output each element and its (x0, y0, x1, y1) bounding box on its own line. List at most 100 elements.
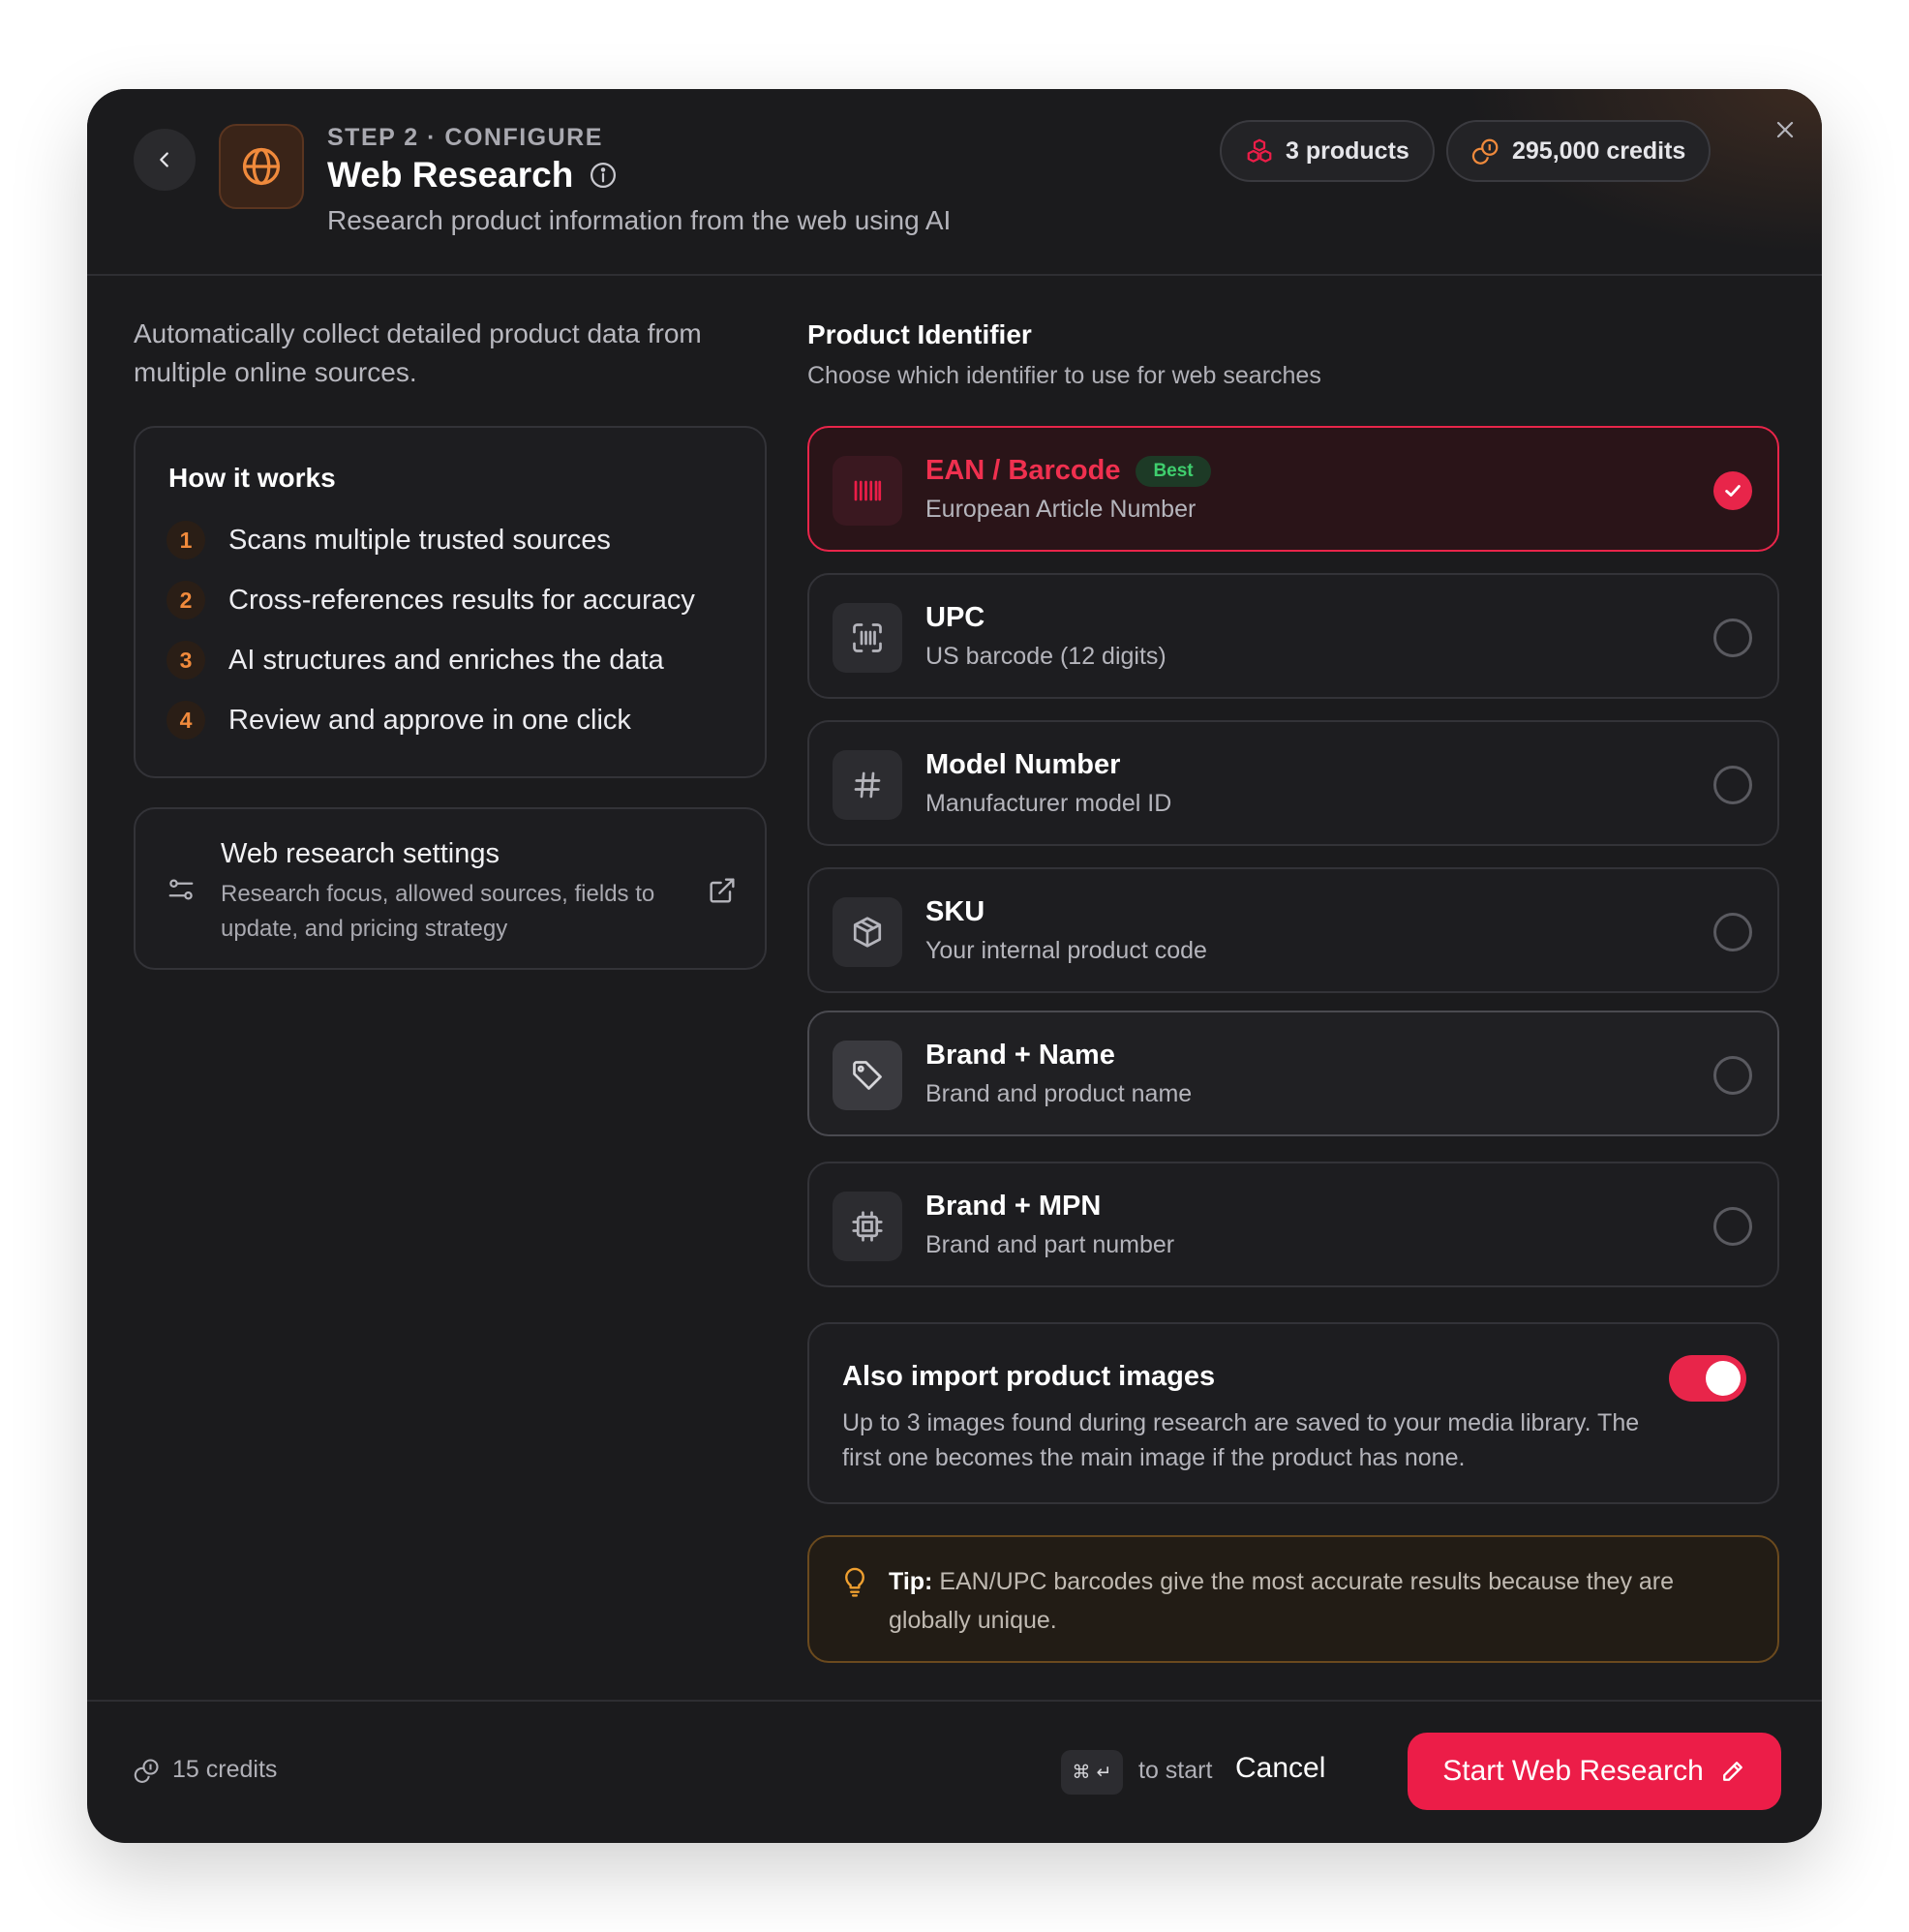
tip-callout: Tip: EAN/UPC barcodes give the most accu… (807, 1535, 1779, 1663)
option-sku[interactable]: SKU Your internal product code (807, 867, 1779, 993)
option-model-number[interactable]: Model Number Manufacturer model ID (807, 720, 1779, 846)
products-pill: 3 products (1220, 120, 1435, 182)
coins-icon (134, 1758, 159, 1783)
step-label: STEP 2 · CONFIGURE (327, 124, 603, 151)
check-icon (1725, 485, 1741, 497)
chevron-left-icon (160, 152, 168, 167)
close-button[interactable] (1766, 110, 1804, 149)
option-icon-tile (833, 1041, 902, 1110)
import-images-title: Also import product images (842, 1361, 1216, 1392)
product-identifier-title: Product Identifier (807, 319, 1032, 349)
how-it-works-card: How it works 1 Scans multiple trusted so… (134, 426, 767, 778)
option-title: SKU (925, 896, 985, 927)
cubes-icon (1247, 138, 1272, 163)
info-icon[interactable] (589, 161, 618, 190)
credits-balance: 295,000 credits (1512, 136, 1686, 165)
chip-icon (852, 1211, 883, 1242)
credits-pill: 295,000 credits (1446, 120, 1712, 182)
radio-checked[interactable] (1713, 471, 1752, 510)
option-subtitle: European Article Number (925, 496, 1197, 523)
step-number: 4 (167, 701, 205, 740)
radio-unchecked[interactable] (1713, 1056, 1752, 1095)
option-brand-mpn[interactable]: Brand + MPN Brand and part number (807, 1162, 1779, 1287)
barcode-icon (854, 480, 882, 501)
scan-barcode-icon (853, 623, 882, 652)
globe-icon (242, 147, 281, 186)
option-title: Model Number (925, 749, 1121, 780)
web-research-modal: STEP 2 · CONFIGURE Web Research Research… (87, 89, 1822, 1843)
option-icon-tile (833, 603, 902, 673)
best-badge: Best (1136, 455, 1211, 487)
pencil-icon (1722, 1762, 1742, 1781)
external-link-icon (710, 878, 735, 903)
option-subtitle: Manufacturer model ID (925, 790, 1172, 817)
to-start-label: to start (1138, 1757, 1213, 1784)
credits-cost: 15 credits (134, 1756, 277, 1784)
web-research-settings-link[interactable]: Web research settings Research focus, al… (134, 807, 767, 970)
start-web-research-button[interactable]: Start Web Research (1408, 1733, 1781, 1810)
tip-text: Tip: EAN/UPC barcodes give the most accu… (889, 1562, 1741, 1640)
option-subtitle: Your internal product code (925, 937, 1207, 964)
sliders-icon (168, 879, 194, 900)
option-title: EAN / Barcode (925, 455, 1121, 486)
option-icon-tile (833, 897, 902, 967)
step-number: 1 (167, 521, 205, 559)
how-step: 1 Scans multiple trusted sources (167, 521, 611, 559)
title-row: Web Research (327, 155, 618, 196)
globe-tile (219, 124, 304, 209)
close-icon (1776, 121, 1794, 138)
step-number: 3 (167, 641, 205, 679)
intro-text: Automatically collect detailed product d… (134, 318, 702, 387)
start-button-label: Start Web Research (1442, 1755, 1704, 1787)
how-step: 2 Cross-references results for accuracy (167, 581, 695, 619)
option-subtitle: Brand and product name (925, 1080, 1193, 1107)
radio-unchecked[interactable] (1713, 1207, 1752, 1246)
how-step: 4 Review and approve in one click (167, 701, 631, 740)
step-text: Cross-references results for accuracy (228, 584, 695, 616)
modal-footer: 15 credits ⌘ ↵ to start Cancel Start Web… (87, 1700, 1822, 1843)
lightbulb-icon (845, 1567, 864, 1597)
toggle-knob (1706, 1361, 1741, 1396)
option-title-row: Brand + Name (925, 1040, 1115, 1072)
credits-cost-label: 15 credits (172, 1756, 278, 1783)
import-images-description: Up to 3 images found during research are… (842, 1409, 1640, 1471)
option-title-row: UPC (925, 602, 985, 634)
step-text: Review and approve in one click (228, 704, 631, 736)
option-title: Brand + Name (925, 1040, 1115, 1071)
radio-unchecked[interactable] (1713, 913, 1752, 951)
page-subtitle: Research product information from the we… (327, 205, 952, 235)
settings-title: Web research settings (221, 838, 500, 869)
radio-unchecked[interactable] (1713, 619, 1752, 657)
products-count: 3 products (1286, 136, 1409, 165)
option-ean-barcode[interactable]: EAN / Barcode Best European Article Numb… (807, 426, 1779, 552)
option-brand-name[interactable]: Brand + Name Brand and product name (807, 1011, 1779, 1136)
box-icon (853, 917, 882, 948)
option-title-row: SKU (925, 896, 985, 928)
option-title-row: Model Number (925, 749, 1120, 781)
cancel-button[interactable]: Cancel (1235, 1752, 1325, 1785)
product-identifier-subtitle: Choose which identifier to use for web s… (807, 362, 1321, 389)
tip-label: Tip: (889, 1568, 933, 1595)
settings-description: Research focus, allowed sources, fields … (221, 881, 655, 942)
option-icon-tile (833, 456, 902, 526)
how-it-works-title: How it works (168, 463, 336, 493)
step-text: AI structures and enriches the data (228, 644, 664, 676)
option-title-row: EAN / Barcode Best (925, 455, 1211, 487)
import-images-toggle[interactable] (1669, 1355, 1746, 1402)
option-icon-tile (833, 1192, 902, 1261)
option-title: Brand + MPN (925, 1191, 1102, 1222)
step-text: Scans multiple trusted sources (228, 524, 611, 556)
import-images-card: Also import product images Up to 3 image… (807, 1322, 1779, 1504)
radio-unchecked[interactable] (1713, 766, 1752, 804)
option-subtitle: US barcode (12 digits) (925, 643, 1167, 670)
how-step: 3 AI structures and enriches the data (167, 641, 664, 679)
step-number: 2 (167, 581, 205, 619)
hash-icon (854, 771, 881, 799)
option-upc[interactable]: UPC US barcode (12 digits) (807, 573, 1779, 699)
tip-body: EAN/UPC barcodes give the most accurate … (889, 1568, 1675, 1634)
modal-header: STEP 2 · CONFIGURE Web Research Research… (87, 89, 1822, 276)
option-subtitle: Brand and part number (925, 1231, 1175, 1258)
keyboard-shortcut: ⌘ ↵ (1061, 1750, 1123, 1795)
back-button[interactable] (134, 129, 196, 191)
page-title: Web Research (327, 155, 574, 195)
